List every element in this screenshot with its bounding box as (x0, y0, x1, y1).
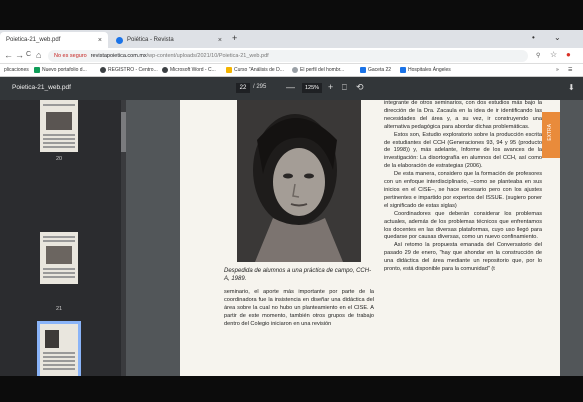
bookmark-icon (292, 67, 298, 73)
url-path: /wp-content/uploads/2021/10/Poietica-21_… (146, 53, 269, 59)
download-icon[interactable]: ⬇ (568, 83, 575, 92)
thumbnail-label: 21 (55, 306, 63, 312)
thumbnail-page[interactable] (40, 100, 78, 152)
bookmark-item[interactable]: Nuevo portafolio d... (34, 67, 87, 73)
home-icon[interactable]: ⌂ (36, 50, 41, 60)
right-column-text: integrante de otros seminarios, con dos … (384, 100, 542, 273)
photo-caption: Despedida de alumnos a una práctica de c… (224, 268, 372, 282)
thumbnail-image (45, 330, 59, 348)
tab-strip: Poietica-21_web.pdf × Poiética - Revista… (0, 30, 583, 48)
bookmark-item[interactable]: Gaceta 22 (360, 67, 391, 73)
insecure-warning[interactable]: No es seguro (54, 53, 87, 59)
thumbnail-label: 20 (55, 156, 63, 162)
bookmark-icon (400, 67, 406, 73)
bookmark-icon (162, 67, 168, 73)
address-bar-row: ← → C ⌂ No es seguro revistapoietica.com… (0, 48, 583, 64)
new-tab-button[interactable]: + (232, 33, 237, 43)
tab-pdf[interactable]: Poietica-21_web.pdf × (0, 32, 108, 48)
profile-dot-icon[interactable]: • (532, 33, 535, 42)
fit-page-icon[interactable]: ⎕ (342, 83, 347, 93)
bookmarks-bar: plicaciones Nuevo portafolio d... REGIST… (0, 64, 583, 77)
bookmark-item[interactable]: REGISTRO - Centro... (100, 67, 158, 73)
thumbnail-image (46, 246, 72, 264)
more-bookmarks-icon[interactable]: » (556, 67, 559, 73)
pdf-page: Despedida de alumnos a una práctica de c… (180, 100, 560, 376)
thumbnail-sidebar: 20 21 22 (0, 100, 120, 376)
browser-window: Poietica-21_web.pdf × Poiética - Revista… (0, 30, 583, 376)
bookmark-item[interactable]: Hospitales Ángeles (400, 67, 451, 73)
portrait-photo (237, 100, 361, 262)
viewer-scrollbar[interactable] (560, 100, 568, 376)
close-icon[interactable]: × (98, 37, 102, 44)
page-number-input[interactable]: 22 (236, 83, 250, 93)
tab-title: Poiética - Revista (127, 37, 174, 43)
thumbnail-image (46, 112, 72, 130)
pdf-filename: Poietica-21_web.pdf (12, 84, 71, 91)
zoom-icon[interactable]: ⚲ (536, 52, 540, 59)
star-icon[interactable]: ☆ (550, 50, 557, 59)
url-input[interactable]: No es seguro revistapoietica.com.mx /wp-… (48, 50, 528, 62)
zoom-in-button[interactable]: + (328, 82, 333, 92)
reload-icon[interactable]: C (26, 51, 31, 58)
rotate-icon[interactable]: ⟲ (356, 82, 364, 93)
page-total: / 295 (253, 84, 267, 90)
bookmark-item[interactable]: plicaciones (4, 67, 29, 73)
thumbnail-page[interactable] (40, 232, 78, 284)
left-column-text: seminario, el aporte más importante por … (224, 289, 374, 327)
bookmark-item[interactable]: Curso "Análisis de D... (226, 67, 284, 73)
reading-list-icon[interactable]: ☰ (568, 67, 572, 73)
bookmark-icon (100, 67, 106, 73)
forward-icon[interactable]: → (15, 50, 24, 60)
section-tab: EXTRA (542, 112, 560, 158)
bookmark-icon (34, 67, 40, 73)
monitor-frame: Poietica-21_web.pdf × Poiética - Revista… (0, 0, 583, 402)
profile-icon[interactable]: ● (566, 50, 571, 59)
url-host: revistapoietica.com.mx (90, 53, 147, 59)
back-icon[interactable]: ← (4, 50, 13, 60)
thumbnail-page-selected[interactable] (37, 321, 81, 376)
pdf-viewer[interactable]: Despedida de alumnos a una práctica de c… (126, 100, 583, 376)
globe-icon (116, 36, 123, 44)
bookmark-item[interactable]: El perfil del hombr... (292, 67, 344, 73)
portrait-image (237, 100, 361, 262)
zoom-out-button[interactable]: — (286, 82, 295, 92)
close-icon[interactable]: × (218, 37, 222, 44)
chevron-down-icon[interactable]: ⌄ (554, 33, 561, 42)
bookmark-icon (360, 67, 366, 73)
tab-revista[interactable]: Poiética - Revista × (110, 32, 228, 48)
tab-title: Poietica-21_web.pdf (6, 37, 61, 43)
pdf-toolbar: Poietica-21_web.pdf 22 / 295 — 125% + ⎕ … (0, 77, 583, 100)
bookmark-icon (226, 67, 232, 73)
bookmark-item[interactable]: Microsoft Word - C... (162, 67, 216, 73)
zoom-input[interactable]: 125% (302, 83, 322, 93)
